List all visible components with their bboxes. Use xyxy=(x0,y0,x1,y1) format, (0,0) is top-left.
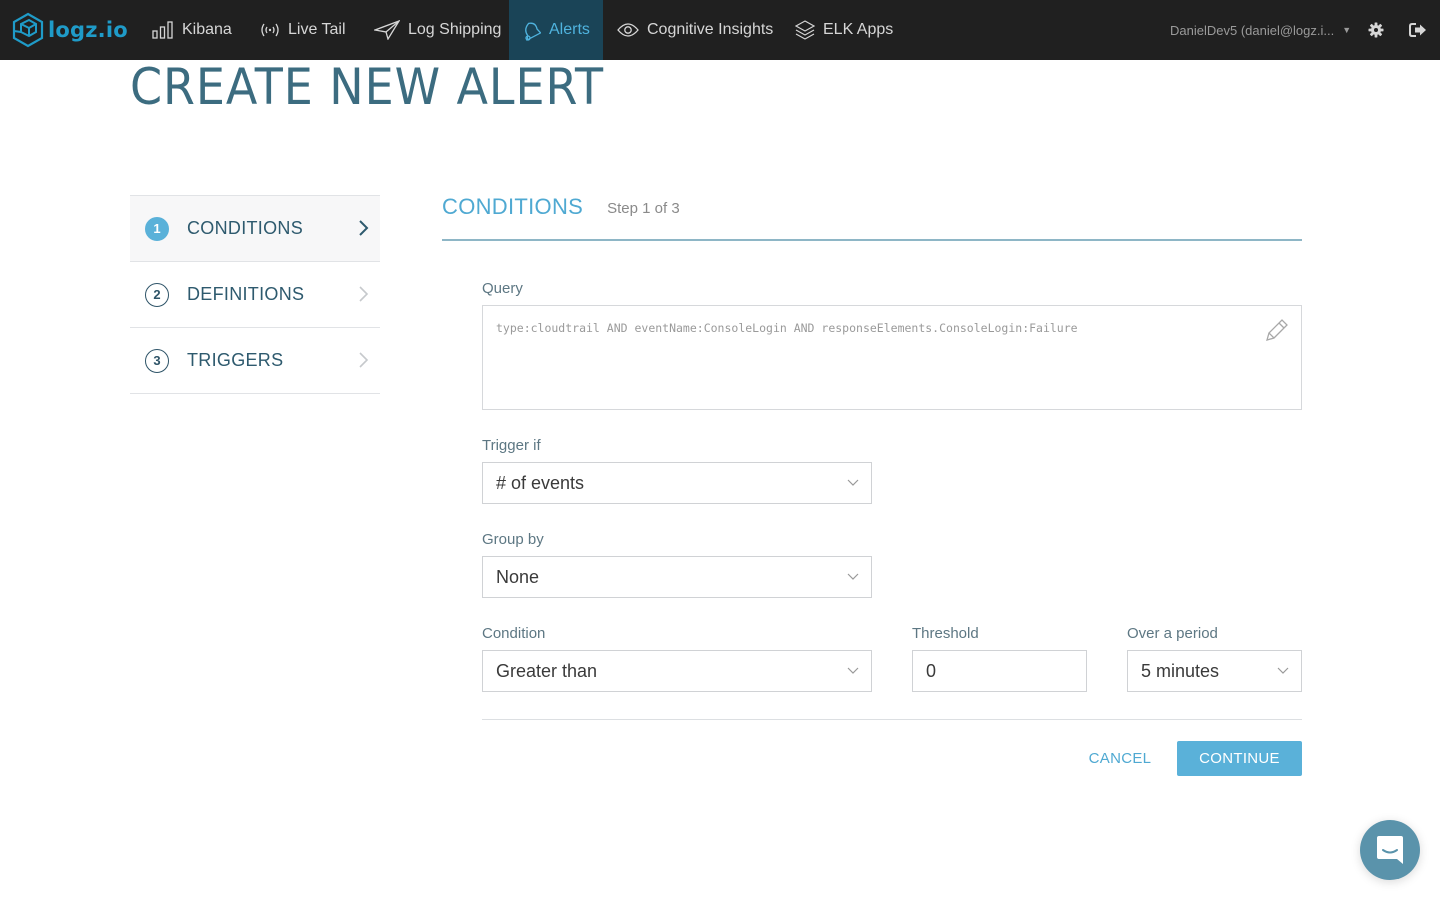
group-by-value: None xyxy=(496,566,540,587)
chevron-down-icon xyxy=(847,573,859,580)
nav-log-shipping[interactable]: Log Shipping xyxy=(374,0,501,60)
nav-cognitive-insights[interactable]: Cognitive Insights xyxy=(617,0,773,60)
nav-live-tail-label: Live Tail xyxy=(288,21,346,38)
brand-name: logz.io xyxy=(48,18,128,42)
step-number-badge: 3 xyxy=(145,348,169,373)
chat-widget-button[interactable] xyxy=(1360,820,1420,880)
threshold-input[interactable]: 0 xyxy=(912,650,1087,692)
eye-icon xyxy=(617,23,639,37)
nav-alerts-label: Alerts xyxy=(549,21,590,38)
query-field[interactable]: type:cloudtrail AND eventName:ConsoleLog… xyxy=(482,305,1302,410)
step-label: CONDITIONS xyxy=(187,218,304,238)
steps-sidebar: 1 CONDITIONS 2 DEFINITIONS 3 TRIGGERS xyxy=(130,195,380,394)
caret-down-icon: ▼ xyxy=(1342,25,1352,35)
period-select[interactable]: 5 minutes xyxy=(1127,650,1302,692)
paper-plane-icon xyxy=(374,20,400,40)
condition-value: Greater than xyxy=(496,660,598,681)
nav-cognitive-insights-label: Cognitive Insights xyxy=(647,21,774,38)
period-value: 5 minutes xyxy=(1141,660,1220,681)
condition-label: Condition xyxy=(482,625,546,642)
step-definitions[interactable]: 2 DEFINITIONS xyxy=(130,262,380,328)
chevron-right-icon xyxy=(359,352,369,368)
condition-select[interactable]: Greater than xyxy=(482,650,872,692)
user-menu[interactable]: DanielDev5 (daniel@logz.i... ▼ xyxy=(1170,0,1351,60)
section-title: CONDITIONS xyxy=(442,194,584,219)
threshold-label: Threshold xyxy=(912,625,979,642)
bell-icon xyxy=(525,22,541,41)
logo-cube-icon xyxy=(12,12,44,48)
query-label: Query xyxy=(482,280,523,297)
nav-log-shipping-label: Log Shipping xyxy=(408,21,502,38)
nav-kibana-label: Kibana xyxy=(182,21,232,38)
step-number-badge: 1 xyxy=(145,216,169,241)
step-indicator: Step 1 of 3 xyxy=(607,200,680,217)
query-value: type:cloudtrail AND eventName:ConsoleLog… xyxy=(496,321,1078,335)
chevron-right-icon xyxy=(359,286,369,302)
top-navbar: logz.io Kibana Live Tail Log Shipping Al… xyxy=(0,0,1440,60)
cancel-button[interactable]: CANCEL xyxy=(1082,741,1158,776)
chevron-down-icon xyxy=(1277,667,1289,674)
broadcast-icon xyxy=(261,23,279,37)
group-by-label: Group by xyxy=(482,531,544,548)
nav-elk-apps-label: ELK Apps xyxy=(823,21,894,38)
page-title: CREATE NEW ALERT xyxy=(130,58,605,116)
chat-bubble-icon xyxy=(1377,836,1403,864)
trigger-if-select[interactable]: # of events xyxy=(482,462,872,504)
trigger-if-value: # of events xyxy=(496,472,585,493)
threshold-value: 0 xyxy=(926,660,937,681)
chevron-down-icon xyxy=(847,479,859,486)
gear-icon xyxy=(1368,22,1384,38)
user-name: DanielDev5 (daniel@logz.i... xyxy=(1170,22,1335,38)
nav-kibana[interactable]: Kibana xyxy=(152,0,232,60)
logout-icon xyxy=(1409,23,1426,37)
step-label: TRIGGERS xyxy=(187,350,284,370)
bar-chart-icon xyxy=(152,21,173,39)
section-header: CONDITIONS Step 1 of 3 xyxy=(442,190,1302,241)
chevron-right-icon xyxy=(359,220,369,236)
nav-alerts[interactable]: Alerts xyxy=(509,0,603,60)
pencil-icon[interactable] xyxy=(1263,318,1289,344)
chevron-down-icon xyxy=(847,667,859,674)
nav-live-tail[interactable]: Live Tail xyxy=(260,0,346,60)
logo[interactable]: logz.io xyxy=(12,12,128,48)
group-by-select[interactable]: None xyxy=(482,556,872,598)
step-number-badge: 2 xyxy=(145,282,169,307)
nav-elk-apps[interactable]: ELK Apps xyxy=(795,0,893,60)
period-label: Over a period xyxy=(1127,625,1218,642)
step-conditions[interactable]: 1 CONDITIONS xyxy=(130,196,380,262)
step-triggers[interactable]: 3 TRIGGERS xyxy=(130,328,380,394)
continue-button[interactable]: CONTINUE xyxy=(1177,741,1302,776)
layers-icon xyxy=(795,20,815,40)
logout-button[interactable] xyxy=(1408,20,1428,40)
settings-button[interactable] xyxy=(1366,20,1386,40)
step-label: DEFINITIONS xyxy=(187,284,305,304)
form-divider xyxy=(482,719,1302,720)
trigger-if-label: Trigger if xyxy=(482,437,541,454)
